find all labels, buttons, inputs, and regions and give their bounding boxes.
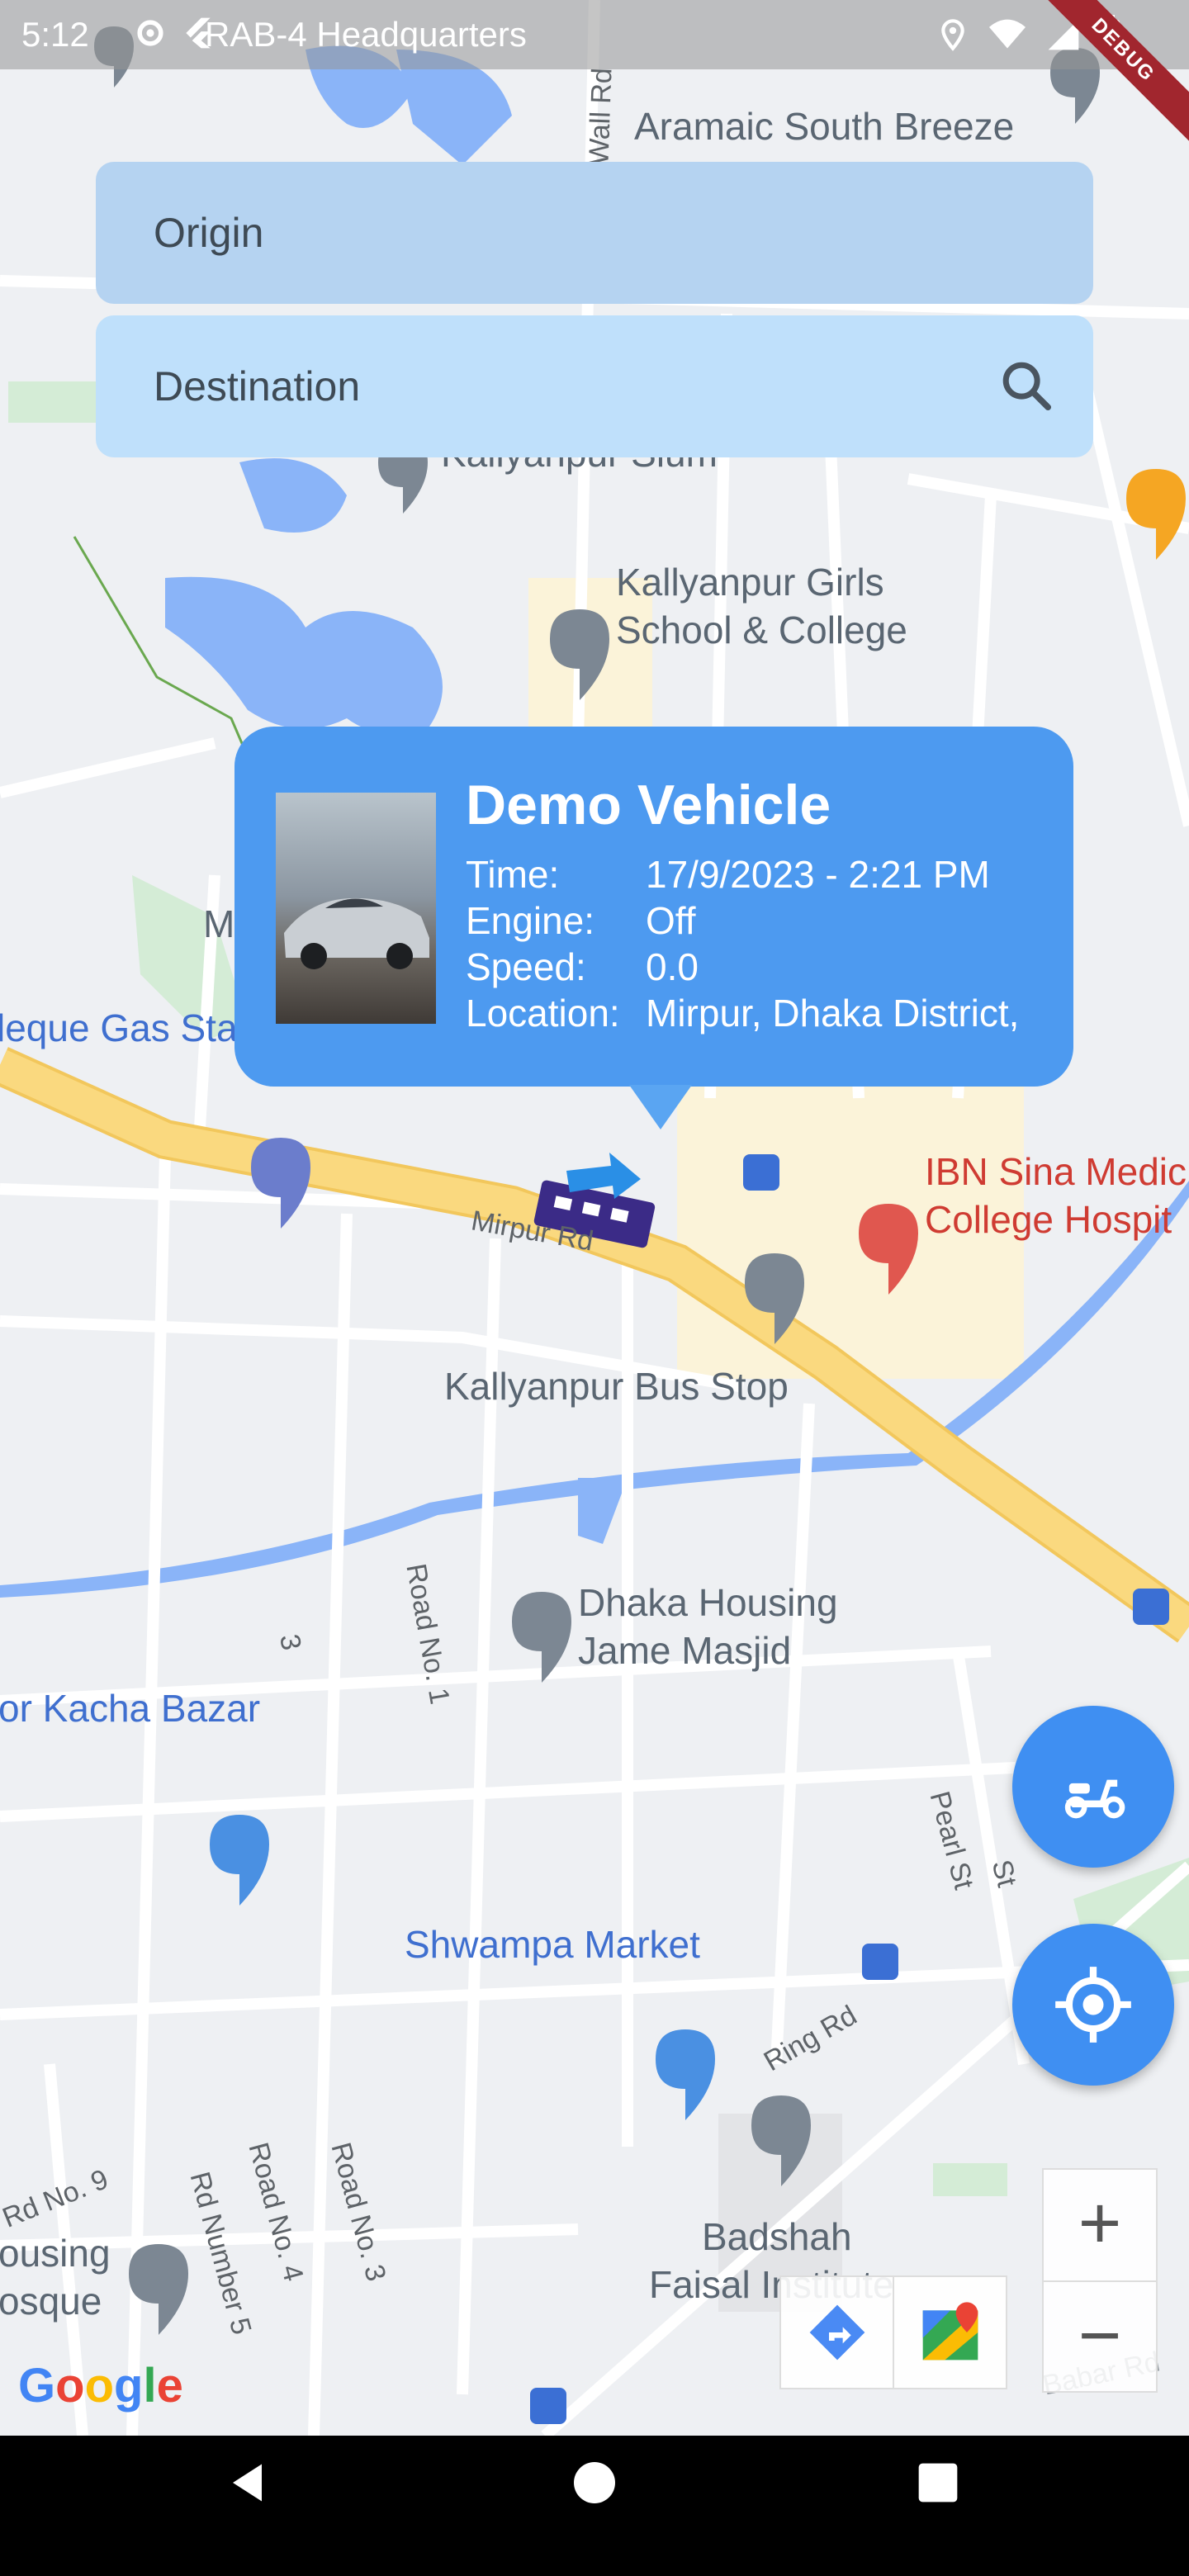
status-overlay-place: RAB-4 Headquarters: [205, 15, 527, 54]
origin-placeholder: Origin: [154, 210, 264, 256]
vehicle-name: Demo Vehicle: [466, 774, 831, 836]
map-label: leque Gas Sta: [0, 1006, 238, 1049]
info-label: Speed:: [466, 945, 586, 988]
map-label: School & College: [616, 608, 907, 651]
info-value: 0.0: [646, 945, 699, 988]
info-label: Time:: [466, 853, 560, 896]
zoom-controls: + −: [1042, 2168, 1158, 2393]
status-icons-left: [132, 15, 216, 51]
my-location-icon: [1055, 1967, 1131, 2043]
map-label: Shwampa Market: [405, 1923, 700, 1966]
info-row-location: Location: Mirpur, Dhaka District,: [466, 991, 1019, 1035]
my-location-button[interactable]: [1012, 1924, 1174, 2086]
zoom-out-button[interactable]: −: [1044, 2282, 1156, 2393]
info-label: Engine:: [466, 899, 595, 942]
info-row-speed: Speed: 0.0: [466, 945, 699, 989]
map-label: Dhaka Housing: [578, 1581, 838, 1624]
info-value: Mirpur, Dhaka District,: [646, 992, 1020, 1035]
info-value: Off: [646, 899, 696, 942]
map-label: osque: [0, 2280, 102, 2323]
map-label: Kallyanpur Bus Stop: [444, 1365, 789, 1408]
vehicle-photo: [276, 793, 436, 1024]
system-nav-bar: [0, 2436, 1189, 2576]
map-label: M: [203, 902, 235, 945]
directions-button[interactable]: [781, 2277, 893, 2388]
destination-placeholder: Destination: [154, 363, 361, 410]
google-maps-icon: [922, 2302, 978, 2361]
info-row-engine: Engine: Off: [466, 898, 696, 943]
status-time: 5:12: [21, 15, 89, 54]
scooter-icon: [1064, 1779, 1125, 1819]
recents-icon[interactable]: [915, 2460, 961, 2506]
directions-icon: [809, 2304, 865, 2361]
map-label: College Hospit: [925, 1198, 1172, 1241]
wifi-icon: [989, 19, 1026, 49]
map-toolbar: [779, 2275, 1007, 2389]
vehicle-info-window[interactable]: Demo Vehicle Time: 17/9/2023 - 2:21 PM E…: [234, 727, 1073, 1129]
map-label: ousing: [0, 2232, 111, 2275]
map-label: Aramaic South Breeze: [634, 105, 1015, 148]
search-icon[interactable]: [997, 357, 1055, 414]
info-label: Location:: [466, 992, 620, 1035]
map-label: Badshah: [702, 2215, 852, 2258]
map-label: IBN Sina Medic: [925, 1150, 1187, 1193]
gear-icon: [137, 20, 163, 46]
origin-input[interactable]: Origin: [96, 162, 1093, 304]
open-in-maps-button[interactable]: [893, 2277, 1006, 2388]
status-bar: 5:12 RAB-4 Headquarters DEBUG: [0, 0, 1189, 150]
home-icon[interactable]: [570, 2458, 619, 2507]
map-label: or Kacha Bazar: [0, 1687, 261, 1730]
location-icon: [941, 19, 964, 51]
google-logo: Google: [18, 2359, 183, 2413]
info-row-time: Time: 17/9/2023 - 2:21 PM: [466, 852, 990, 897]
info-value: 17/9/2023 - 2:21 PM: [646, 853, 990, 896]
map-label: Jame Masjid: [578, 1629, 792, 1672]
map-label: Kallyanpur Girls: [616, 561, 884, 604]
destination-input[interactable]: Destination: [96, 315, 1093, 457]
back-icon[interactable]: [225, 2458, 274, 2507]
vehicle-fab-button[interactable]: [1012, 1706, 1174, 1868]
zoom-in-button[interactable]: +: [1044, 2170, 1156, 2280]
